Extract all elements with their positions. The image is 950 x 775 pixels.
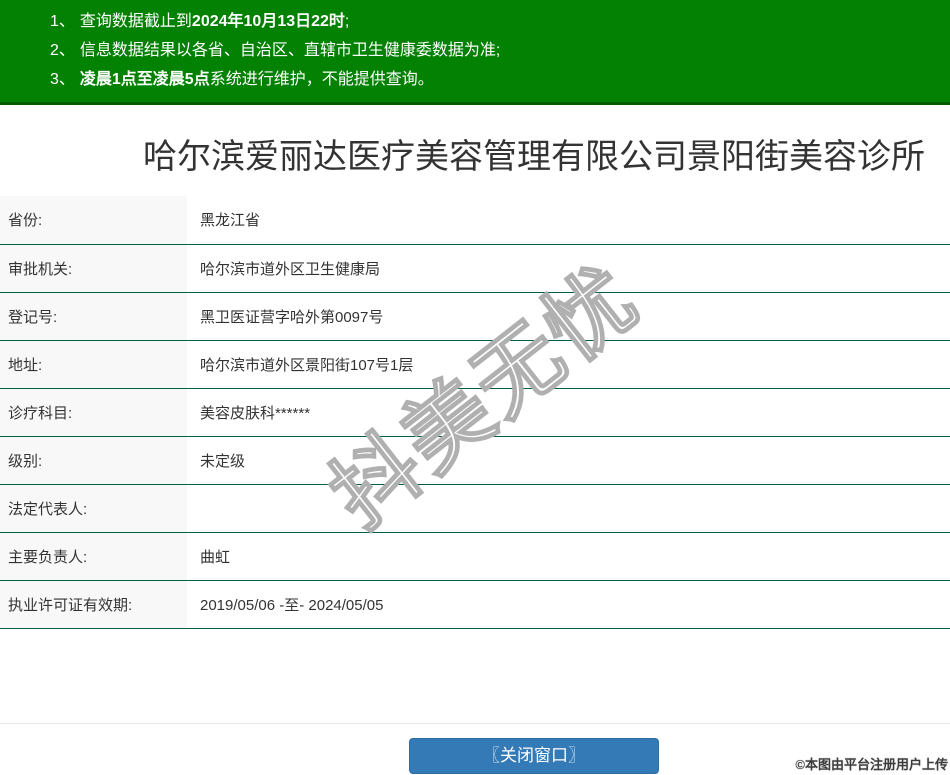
table-row: 省份: 黑龙江省 <box>0 196 950 245</box>
page-title: 哈尔滨爱丽达医疗美容管理有限公司景阳街美容诊所 <box>143 138 925 176</box>
row-value: 哈尔滨市道外区景阳街107号1层 <box>187 340 950 389</box>
row-label: 审批机关: <box>0 244 187 293</box>
table-row: 执业许可证有效期: 2019/05/06 -至- 2024/05/05 <box>0 580 950 629</box>
row-value: 曲虹 <box>187 532 950 581</box>
row-value: 2019/05/06 -至- 2024/05/05 <box>187 580 950 629</box>
row-label: 主要负责人: <box>0 532 187 581</box>
table-row: 诊疗科目: 美容皮肤科****** <box>0 388 950 437</box>
page: 1、 查询数据截止到2024年10月13日22时; 2、 信息数据结果以各省、自治区… <box>0 0 950 774</box>
notice-text: ; <box>344 13 350 30</box>
row-label: 级别: <box>0 436 187 485</box>
table-row: 地址: 哈尔滨市道外区景阳街107号1层 <box>0 340 950 389</box>
row-label: 省份: <box>0 196 187 245</box>
row-label: 地址: <box>0 340 187 389</box>
notice-number: 2、 <box>50 42 75 59</box>
notice-number: 3、 <box>50 71 75 88</box>
row-label: 执业许可证有效期: <box>0 580 187 629</box>
bottom-divider <box>0 722 950 724</box>
table-row: 主要负责人: 曲虹 <box>0 532 950 581</box>
notice-text: 信息数据结果以各省、自治区、直辖市卫生健康委数据为准; <box>79 42 501 59</box>
notice-line-1: 1、 查询数据截止到2024年10月13日22时; <box>50 7 950 36</box>
row-value: 哈尔滨市道外区卫生健康局 <box>187 244 950 293</box>
table-row: 级别: 未定级 <box>0 436 950 485</box>
notice-text: 查询数据截止到 <box>79 13 192 30</box>
notice-line-2: 2、 信息数据结果以各省、自治区、直辖市卫生健康委数据为准; <box>50 36 950 65</box>
notice-bold-text: 2024年10月13日22时 <box>191 13 345 30</box>
close-window-button[interactable]: 〖关闭窗口〗 <box>409 737 659 774</box>
notice-number: 1、 <box>50 13 75 30</box>
row-label: 登记号: <box>0 292 187 341</box>
notice-banner: 1、 查询数据截止到2024年10月13日22时; 2、 信息数据结果以各省、自治区… <box>0 0 950 105</box>
notice-bold-text: 凌晨1点至凌晨5点 <box>79 71 210 88</box>
row-label: 法定代表人: <box>0 484 187 533</box>
row-value: 黑龙江省 <box>187 196 950 245</box>
row-value: 美容皮肤科****** <box>187 388 950 437</box>
row-value: 未定级 <box>187 436 950 485</box>
table-row: 登记号: 黑卫医证营字哈外第0097号 <box>0 292 950 341</box>
info-table: 省份: 黑龙江省 审批机关: 哈尔滨市道外区卫生健康局 登记号: 黑卫医证营字哈… <box>0 196 950 629</box>
notice-line-3: 3、 凌晨1点至凌晨5点系统进行维护，不能提供查询。 <box>50 65 950 94</box>
table-row: 审批机关: 哈尔滨市道外区卫生健康局 <box>0 244 950 293</box>
notice-text: 系统进行维护，不能提供查询。 <box>209 71 434 88</box>
copyright-stamp: ©本图由平台注册用户上传 <box>795 757 948 772</box>
row-label: 诊疗科目: <box>0 388 187 437</box>
row-value: 黑卫医证营字哈外第0097号 <box>187 292 950 341</box>
row-value <box>187 484 950 533</box>
table-row: 法定代表人: <box>0 484 950 533</box>
